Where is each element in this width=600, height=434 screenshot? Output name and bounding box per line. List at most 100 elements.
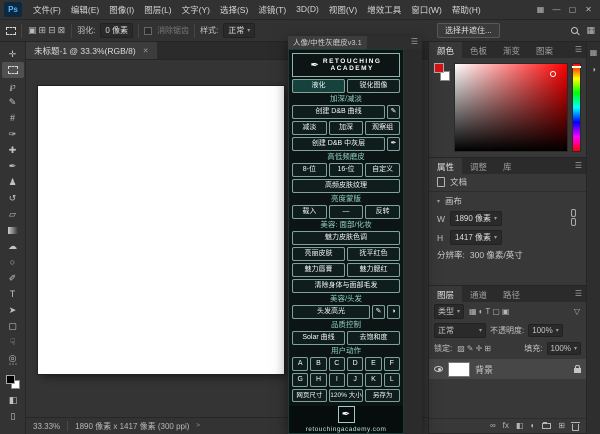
- freq-16bit-button[interactable]: 16-位: [329, 163, 364, 177]
- add-selection-icon[interactable]: ⊞: [38, 25, 48, 35]
- tab-channels[interactable]: 通道: [462, 286, 495, 302]
- bright-skin-button[interactable]: 亮丽皮肤: [292, 247, 345, 261]
- user-action-button[interactable]: I: [329, 373, 345, 387]
- blur-tool[interactable]: ☁: [2, 238, 24, 254]
- panel-menu-icon[interactable]: ☰: [575, 161, 582, 170]
- foreground-background-swatches[interactable]: [6, 375, 20, 389]
- panel-menu-icon[interactable]: ☰: [407, 36, 422, 49]
- select-and-mask-button[interactable]: 选择并遮住...: [437, 23, 500, 38]
- user-action-button[interactable]: L: [384, 373, 400, 387]
- canvas[interactable]: [38, 86, 284, 374]
- document-tab[interactable]: 未标题-1 @ 33.3%(RGB/8) ✕: [26, 42, 157, 59]
- burn-button[interactable]: 加深: [329, 121, 364, 135]
- lipstick-button[interactable]: 魅力唇膏: [292, 263, 345, 277]
- panel-menu-icon[interactable]: ☰: [575, 45, 582, 54]
- collapse-icon[interactable]: ▾: [437, 198, 440, 205]
- subtract-selection-icon[interactable]: ⊟: [47, 25, 57, 35]
- user-action-button[interactable]: A: [292, 357, 308, 371]
- pen-tool[interactable]: ✐: [2, 270, 24, 286]
- collapsed-panel-icon[interactable]: ▦: [590, 48, 598, 57]
- tab-paths[interactable]: 路径: [495, 286, 528, 302]
- link-layers-icon[interactable]: ∞: [490, 422, 496, 430]
- freq-8bit-button[interactable]: 8-位: [292, 163, 327, 177]
- layer-thumbnail[interactable]: [448, 362, 470, 377]
- user-action-button[interactable]: D: [347, 357, 363, 371]
- user-action-button[interactable]: J: [347, 373, 363, 387]
- lum-load-button[interactable]: 载入: [292, 205, 327, 219]
- healing-brush-tool[interactable]: ✚: [2, 142, 24, 158]
- new-layer-icon[interactable]: ⊞: [558, 422, 565, 430]
- hair-tone-button[interactable]: ◑: [387, 305, 400, 319]
- collapsed-panel-icon[interactable]: ◑: [591, 65, 596, 74]
- lum-invert-button[interactable]: 反转: [365, 205, 400, 219]
- move-tool[interactable]: ✛: [2, 46, 24, 62]
- db-gray-brush-button[interactable]: ✒: [387, 137, 400, 151]
- crop-tool[interactable]: #: [2, 110, 24, 126]
- lock-artboard-icon[interactable]: ⊞: [483, 344, 492, 353]
- db-curves-brush-button[interactable]: ✎: [387, 105, 400, 119]
- foreground-color-swatch[interactable]: [434, 63, 444, 73]
- lum-dash-button[interactable]: —: [329, 205, 364, 219]
- menu-item[interactable]: 窗口(W): [406, 2, 447, 18]
- filter-funnel-icon[interactable]: ▽: [573, 307, 581, 316]
- user-action-button[interactable]: E: [365, 357, 381, 371]
- antialias-checkbox[interactable]: [144, 27, 152, 35]
- hand-tool[interactable]: ☟: [2, 334, 24, 350]
- lasso-tool[interactable]: ℘: [2, 78, 24, 94]
- desaturate-button[interactable]: 去饱和度: [347, 331, 400, 345]
- intersect-selection-icon[interactable]: ⊠: [57, 25, 67, 35]
- hue-slider[interactable]: [572, 63, 581, 152]
- tab-patterns[interactable]: 图案: [528, 42, 561, 58]
- color-cursor[interactable]: [550, 71, 556, 77]
- minimize-icon[interactable]: —: [549, 5, 564, 14]
- panel-menu-icon[interactable]: ☰: [575, 289, 582, 298]
- filter-pixel-layers-icon[interactable]: ▦: [468, 307, 478, 316]
- create-db-gray-button[interactable]: 创建 D&B 中灰层: [292, 137, 385, 151]
- create-db-curves-button[interactable]: 创建 D&B 曲线: [292, 105, 385, 119]
- clone-stamp-tool[interactable]: ♟: [2, 174, 24, 190]
- tab-color[interactable]: 颜色: [429, 42, 462, 58]
- menu-item[interactable]: 编辑(E): [66, 2, 104, 18]
- user-action-button[interactable]: B: [310, 357, 326, 371]
- web-size-button[interactable]: 网页尺寸: [292, 389, 327, 402]
- quick-mask-button[interactable]: ◧: [2, 392, 24, 408]
- ra-panel-title[interactable]: 人像/中性灰磨皮v3.1: [288, 36, 367, 49]
- adjustment-layer-icon[interactable]: ◐: [530, 422, 535, 430]
- menu-item[interactable]: 选择(S): [215, 2, 253, 18]
- new-group-icon[interactable]: [542, 423, 551, 429]
- filter-shape-layers-icon[interactable]: ▢: [491, 307, 501, 316]
- menu-item[interactable]: 帮助(H): [447, 2, 486, 18]
- liquify-button[interactable]: 液化: [292, 79, 345, 93]
- type-tool[interactable]: T: [2, 286, 24, 302]
- menu-item[interactable]: 滤镜(T): [253, 2, 291, 18]
- hair-highlight-button[interactable]: 头发高光: [292, 305, 370, 319]
- menu-item[interactable]: 图层(L): [139, 2, 176, 18]
- status-chevron-icon[interactable]: >: [196, 423, 200, 429]
- hair-brush-button[interactable]: ✎: [372, 305, 385, 319]
- quick-selection-tool[interactable]: ✎: [2, 94, 24, 110]
- eraser-tool[interactable]: ▱: [2, 206, 24, 222]
- style-select[interactable]: 正常▾: [223, 23, 255, 38]
- lock-transparency-icon[interactable]: ▨: [456, 344, 466, 353]
- solar-curve-button[interactable]: Solar 曲线: [292, 331, 345, 345]
- user-action-button[interactable]: H: [310, 373, 326, 387]
- menu-item[interactable]: 3D(D): [291, 2, 324, 18]
- ra-footer-url[interactable]: retouchingacademy.com: [306, 426, 387, 433]
- tab-libraries[interactable]: 库: [495, 158, 520, 174]
- color-swatch-widget[interactable]: [434, 63, 450, 81]
- tab-swatches[interactable]: 色板: [462, 42, 495, 58]
- layer-row-background[interactable]: 背景: [429, 359, 586, 379]
- foreground-color-swatch[interactable]: [6, 375, 15, 384]
- freq-custom-button[interactable]: 自定义: [365, 163, 400, 177]
- saturation-brightness-field[interactable]: [454, 63, 568, 152]
- screen-mode-button[interactable]: ▯: [2, 408, 24, 424]
- width-field[interactable]: 1890 像素▾: [450, 211, 502, 226]
- gradient-tool[interactable]: [2, 222, 24, 238]
- layout-icon[interactable]: ▦: [533, 5, 548, 14]
- ra-panel-header[interactable]: 人像/中性灰磨皮v3.1 ☰: [288, 36, 422, 49]
- rectangular-marquee-tool[interactable]: [2, 62, 24, 78]
- history-brush-tool[interactable]: ↺: [2, 190, 24, 206]
- tab-properties[interactable]: 属性: [429, 158, 462, 174]
- fill-field[interactable]: 100%▾: [547, 342, 581, 355]
- save-as-button[interactable]: 另存为: [365, 389, 400, 402]
